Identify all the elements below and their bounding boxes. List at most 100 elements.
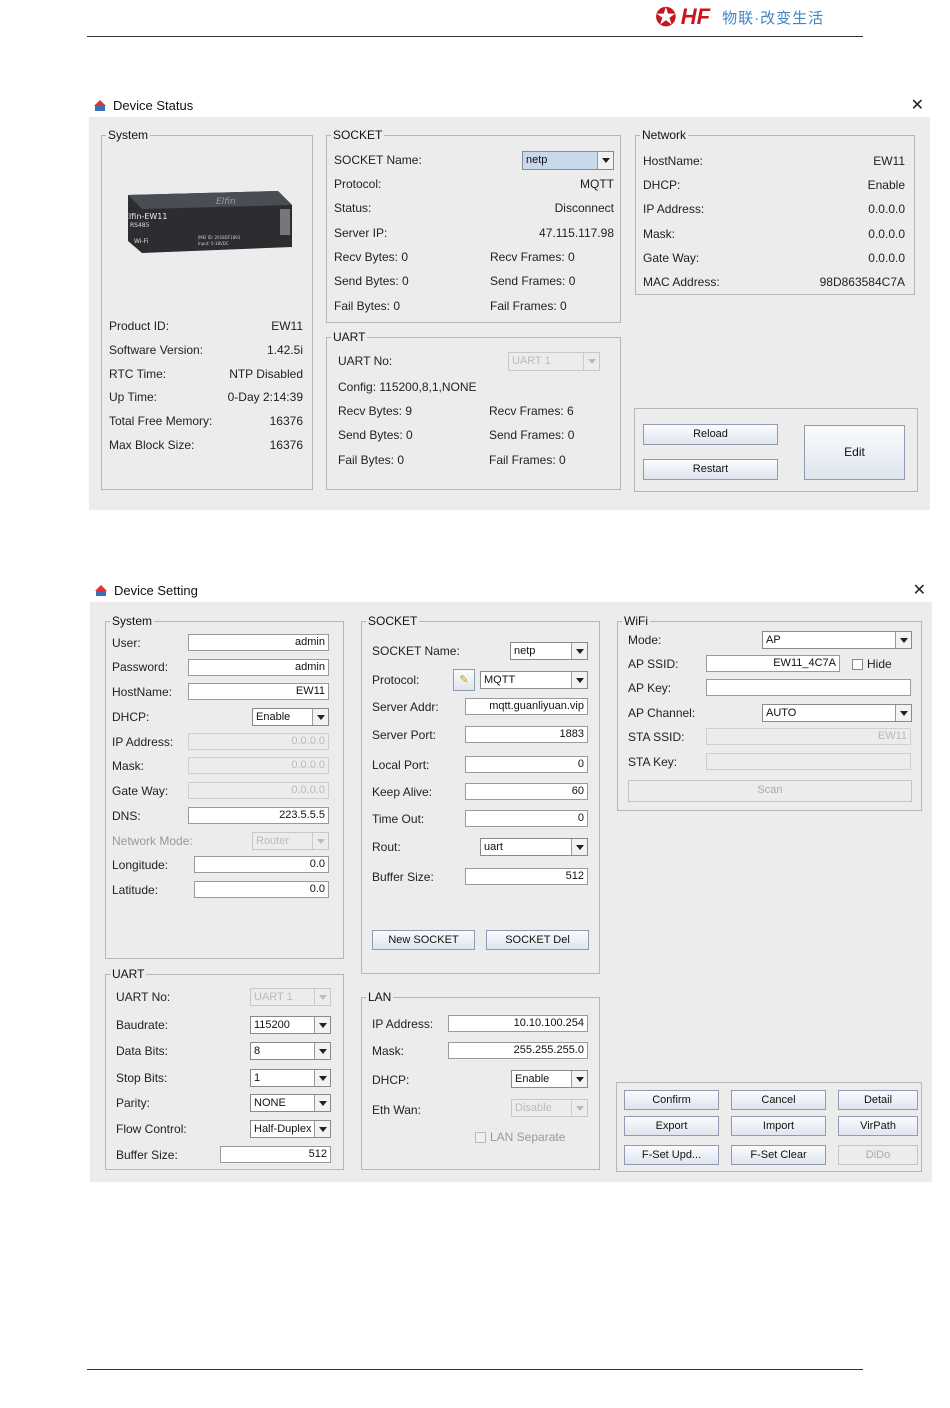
confirm-button[interactable]: Confirm: [624, 1090, 719, 1110]
row-value: Enable: [867, 178, 905, 193]
hide-ssid-checkbox[interactable]: Hide: [852, 657, 892, 671]
server-addr-input[interactable]: mqtt.guanliyuan.vip: [465, 698, 588, 715]
fset-clear-button[interactable]: F-Set Clear: [731, 1145, 826, 1165]
chevron-down-icon: [597, 152, 613, 169]
lan-dhcp-select[interactable]: Enable: [511, 1070, 588, 1088]
flow-control-select[interactable]: Half-Duplex: [250, 1120, 331, 1138]
checkbox-box: [852, 658, 863, 670]
row-value: 16376: [269, 414, 303, 429]
uart-no-value: UART 1: [512, 355, 551, 367]
device-image: Elfin-EW11 RS485 Wi-Fi IMEI ID: 2018DF18…: [124, 191, 292, 253]
sta-key-input[interactable]: [706, 753, 911, 770]
row-label: MAC Address:: [643, 275, 720, 289]
hostname-input[interactable]: EW11: [188, 683, 329, 700]
lan-separate-checkbox[interactable]: LAN Separate: [475, 1130, 565, 1144]
dido-button[interactable]: DiDo: [838, 1145, 918, 1165]
device-label-rs485: RS485: [130, 222, 150, 229]
device-brand: Elfin: [216, 197, 236, 207]
uart-config: Config: 115200,8,1,NONE: [338, 380, 477, 394]
row-value: 0.0.0.0: [868, 226, 905, 241]
chevron-down-icon: [314, 989, 330, 1005]
export-button[interactable]: Export: [624, 1116, 719, 1136]
stopbits-value: 1: [254, 1072, 261, 1084]
scan-button[interactable]: Scan: [628, 780, 912, 802]
time-out-input[interactable]: 0: [465, 810, 588, 827]
network-mode-select[interactable]: Router: [252, 832, 329, 850]
dhcp-select[interactable]: Enable: [252, 708, 329, 726]
cancel-button[interactable]: Cancel: [731, 1090, 826, 1110]
row-value: MQTT: [580, 177, 614, 191]
restart-button[interactable]: Restart: [643, 459, 778, 480]
dns-input[interactable]: 223.5.5.5: [188, 807, 329, 824]
edit-button[interactable]: Edit: [804, 425, 905, 480]
user-input[interactable]: admin: [188, 634, 329, 651]
fset-upd-button[interactable]: F-Set Upd...: [624, 1145, 719, 1165]
stopbits-label: Stop Bits:: [116, 1071, 168, 1085]
protocol-select[interactable]: MQTT: [480, 671, 588, 689]
socket-buffer-input[interactable]: 512: [465, 868, 588, 885]
chevron-down-icon: [312, 833, 328, 849]
password-input[interactable]: admin: [188, 659, 329, 676]
virpath-button[interactable]: VirPath: [838, 1116, 918, 1136]
close-icon[interactable]: ✕: [911, 95, 924, 115]
new-socket-button[interactable]: New SOCKET: [372, 930, 475, 950]
uart-buffer-input[interactable]: 512: [220, 1146, 331, 1163]
import-button[interactable]: Import: [731, 1116, 826, 1136]
keep-alive-label: Keep Alive:: [372, 785, 433, 799]
edit-protocol-icon[interactable]: ✎: [453, 669, 475, 691]
socket-del-button[interactable]: SOCKET Del: [486, 930, 589, 950]
group-legend: UART: [112, 967, 145, 981]
lan-ip-input[interactable]: 10.10.100.254: [448, 1015, 588, 1032]
keep-alive-input[interactable]: 60: [465, 783, 588, 800]
ap-channel-select[interactable]: AUTO: [762, 704, 912, 722]
chevron-down-icon: [314, 1043, 330, 1059]
ap-ssid-input[interactable]: EW11_4C7A: [706, 655, 840, 672]
gateway-input[interactable]: 0.0.0.0: [188, 782, 329, 799]
socket-name-select[interactable]: netp: [510, 642, 588, 660]
sta-ssid-label: STA SSID:: [628, 730, 685, 744]
wifi-mode-value: AP: [766, 634, 781, 646]
socket-name-label: SOCKET Name:: [334, 153, 422, 167]
gateway-label: Gate Way:: [112, 784, 169, 798]
brand-name: HF: [680, 4, 711, 29]
sta-ssid-input[interactable]: EW11: [706, 728, 911, 745]
uart-no-label: UART No:: [116, 990, 171, 1004]
server-port-input[interactable]: 1883: [465, 726, 588, 743]
ap-key-input[interactable]: [706, 679, 911, 696]
socket-send-frames: Send Frames: 0: [490, 274, 576, 288]
ip-input[interactable]: 0.0.0.0: [188, 733, 329, 750]
network-mode-label: Network Mode:: [112, 834, 193, 848]
group-legend: SOCKET: [368, 614, 418, 628]
stopbits-select[interactable]: 1: [250, 1069, 331, 1087]
baudrate-select[interactable]: 115200: [250, 1016, 331, 1034]
uart-no-select[interactable]: UART 1: [508, 352, 600, 371]
detail-button[interactable]: Detail: [838, 1090, 918, 1110]
server-port-label: Server Port:: [372, 728, 437, 742]
eth-wan-select[interactable]: Disable: [511, 1099, 588, 1117]
parity-value: NONE: [254, 1097, 286, 1109]
dns-label: DNS:: [112, 809, 141, 823]
longitude-label: Longitude:: [112, 858, 169, 872]
parity-label: Parity:: [116, 1096, 151, 1110]
row-value: 0.0.0.0: [868, 202, 905, 217]
row-value: 16376: [269, 438, 303, 452]
group-legend: LAN: [368, 990, 392, 1004]
mask-input[interactable]: 0.0.0.0: [188, 757, 329, 774]
longitude-input[interactable]: 0.0: [194, 856, 329, 873]
reload-button[interactable]: Reload: [643, 424, 778, 445]
databits-select[interactable]: 8: [250, 1042, 331, 1060]
socket-name-select[interactable]: netp: [522, 151, 614, 170]
lan-mask-input[interactable]: 255.255.255.0: [448, 1042, 588, 1059]
wifi-mode-select[interactable]: AP: [762, 631, 912, 649]
ip-label: IP Address:: [112, 735, 174, 749]
uart-no-select[interactable]: UART 1: [250, 988, 331, 1006]
lan-dhcp-label: DHCP:: [372, 1073, 410, 1087]
close-icon[interactable]: ✕: [913, 580, 926, 600]
rout-select[interactable]: uart: [480, 838, 588, 856]
group-legend: WiFi: [624, 614, 648, 628]
uart-send-frames: Send Frames: 0: [489, 428, 575, 442]
latitude-input[interactable]: 0.0: [194, 881, 329, 898]
parity-select[interactable]: NONE: [250, 1094, 331, 1112]
row-label: Protocol:: [334, 177, 382, 191]
local-port-input[interactable]: 0: [465, 756, 588, 773]
